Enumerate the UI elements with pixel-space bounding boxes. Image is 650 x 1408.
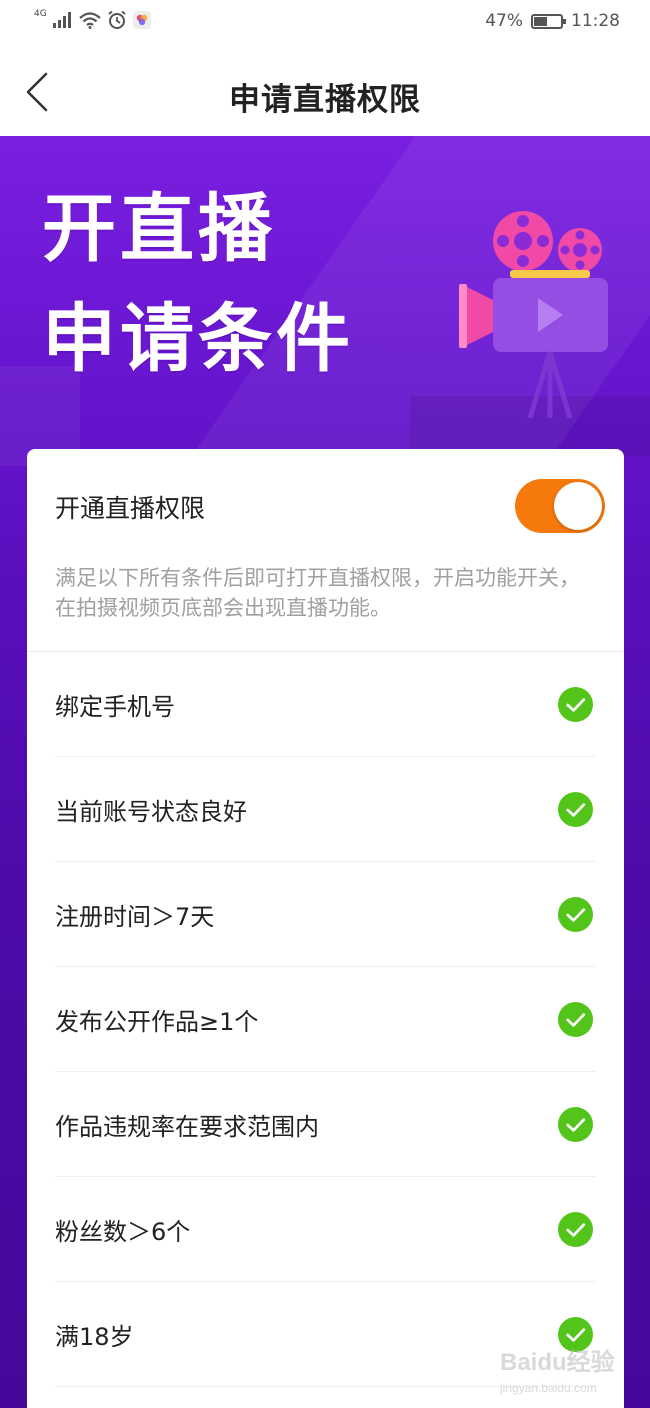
condition-label: 发布公开作品≥1个	[55, 1008, 259, 1036]
permission-card: 开通直播权限 满足以下所有条件后即可打开直播权限，开启功能开关，在拍摄视频页底部…	[27, 449, 624, 1408]
status-bar: 4G 47% 11:28	[0, 0, 650, 46]
wifi-icon	[78, 11, 101, 29]
battery-percent: 47%	[485, 11, 523, 31]
movie-camera-icon	[459, 211, 608, 418]
check-circle-icon	[558, 897, 593, 932]
toggle-row: 开通直播权限	[27, 449, 624, 559]
status-left: 4G	[34, 9, 151, 30]
banner-headline-line1: 开直播	[42, 186, 276, 272]
clock: 11:28	[571, 11, 620, 31]
app-notification-icon	[132, 11, 151, 29]
check-circle-icon	[558, 1107, 593, 1142]
check-circle-icon	[558, 687, 593, 722]
page-title: 申请直播权限	[229, 82, 421, 118]
signal-icon	[52, 12, 71, 28]
banner: 开直播 申请条件 开通直播权限 满足以下所有条件后即可打开直播权限，开启功能开关…	[0, 136, 650, 1408]
condition-label: 作品违规率在要求范围内	[55, 1113, 319, 1141]
watermark-url: jingyan.baidu.com	[499, 1381, 597, 1395]
battery-level	[534, 16, 547, 26]
check-circle-icon	[558, 792, 593, 827]
baidu-jingyan-watermark: Baidu经验 jingyan.baidu.com	[499, 1348, 615, 1395]
condition-item: 绑定手机号	[27, 652, 624, 757]
condition-label: 满18岁	[55, 1323, 134, 1351]
conditions-list: 绑定手机号 当前账号状态良好 注册时间＞7天 发布公开作品≥1个 作品违规率在要	[27, 652, 624, 1387]
watermark-brand: Baidu经验	[500, 1348, 615, 1376]
live-permission-toggle[interactable]	[515, 479, 605, 533]
check-circle-icon	[558, 1212, 593, 1247]
condition-item: 当前账号状态良好	[27, 757, 624, 862]
nav-header: 申请直播权限	[0, 46, 650, 136]
toggle-knob	[554, 482, 602, 530]
network-type: 4G	[34, 9, 47, 19]
status-right: 47% 11:28	[485, 11, 620, 31]
alarm-icon	[108, 10, 126, 29]
battery-icon	[531, 13, 566, 29]
check-circle-icon	[558, 1002, 593, 1037]
condition-label: 粉丝数＞6个	[55, 1218, 191, 1246]
condition-label: 当前账号状态良好	[55, 798, 247, 826]
condition-item: 粉丝数＞6个	[27, 1177, 624, 1282]
condition-item: 注册时间＞7天	[27, 862, 624, 967]
condition-item: 发布公开作品≥1个	[27, 967, 624, 1072]
condition-label: 注册时间＞7天	[55, 903, 215, 931]
toggle-label: 开通直播权限	[55, 494, 206, 523]
condition-item: 作品违规率在要求范围内	[27, 1072, 624, 1177]
permission-description: 满足以下所有条件后即可打开直播权限，开启功能开关，在拍摄视频页底部会出现直播功能…	[55, 566, 580, 620]
banner-headline-line2: 申请条件	[42, 296, 354, 382]
condition-label: 绑定手机号	[55, 693, 175, 721]
